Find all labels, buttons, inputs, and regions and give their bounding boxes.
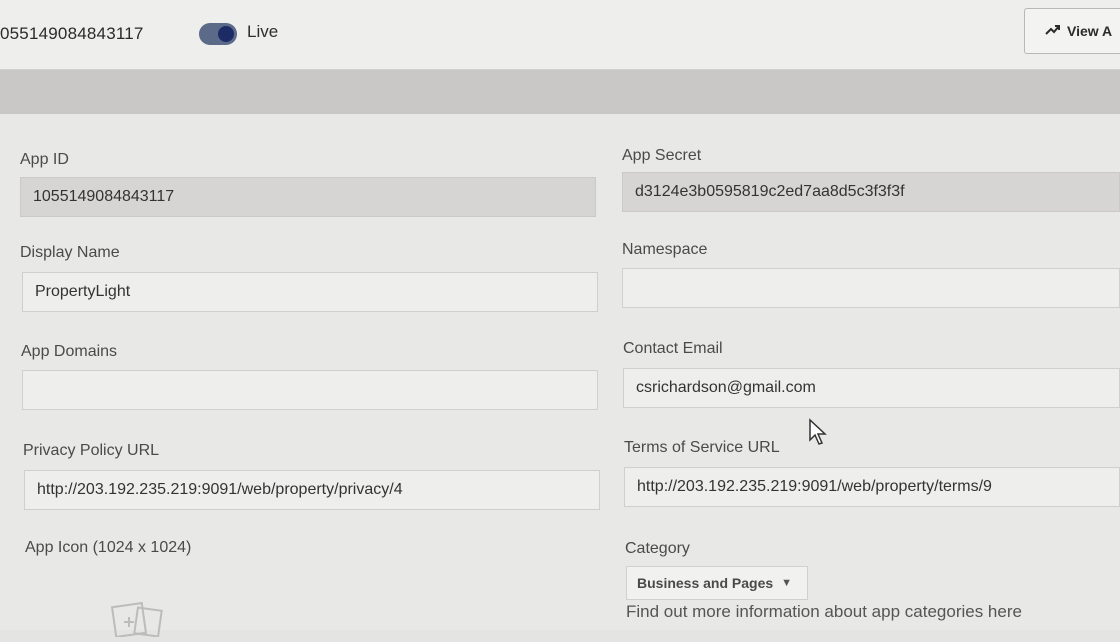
live-label: Live xyxy=(247,22,279,41)
mouse-pointer-icon xyxy=(808,418,828,446)
section-header-band xyxy=(0,70,1120,114)
display-name-field[interactable]: PropertyLight xyxy=(22,272,598,312)
category-label: Category xyxy=(625,540,690,557)
privacy-policy-label: Privacy Policy URL xyxy=(23,442,160,459)
terms-of-service-field[interactable]: http://203.192.235.219:9091/web/property… xyxy=(624,467,1120,507)
terms-of-service-label: Terms of Service URL xyxy=(624,439,780,456)
category-selected: Business and Pages xyxy=(637,575,774,591)
contact-email-label: Contact Email xyxy=(623,340,723,357)
category-help-link[interactable]: Find out more information about app cate… xyxy=(626,602,1022,622)
toggle-knob xyxy=(218,26,234,42)
caret-down-icon: ▼ xyxy=(781,577,793,589)
display-name-label: Display Name xyxy=(20,244,120,261)
app-domains-label: App Domains xyxy=(21,343,118,360)
contact-email-field[interactable]: csrichardson@gmail.com xyxy=(623,368,1120,408)
app-secret-field[interactable]: d3124e3b0595819c2ed7aa8d5c3f3f3f xyxy=(622,172,1120,212)
header-app-id: 055149084843117 xyxy=(0,24,144,43)
category-dropdown[interactable]: Business and Pages ▼ xyxy=(626,566,808,600)
trending-up-icon xyxy=(1045,23,1061,39)
top-bar: 055149084843117 Live View A xyxy=(0,0,1120,70)
app-icon-upload[interactable] xyxy=(106,597,168,639)
app-id-field[interactable]: 1055149084843117 xyxy=(20,177,596,217)
view-button-label: View A xyxy=(1067,23,1113,39)
app-id-label: App ID xyxy=(20,151,69,168)
image-placeholder-icon xyxy=(110,601,163,639)
live-toggle[interactable] xyxy=(199,23,237,45)
app-secret-label: App Secret xyxy=(622,147,702,164)
view-analytics-button[interactable]: View A xyxy=(1024,8,1120,54)
privacy-policy-field[interactable]: http://203.192.235.219:9091/web/property… xyxy=(24,470,600,510)
app-icon-label: App Icon (1024 x 1024) xyxy=(25,539,192,556)
namespace-label: Namespace xyxy=(622,241,708,258)
app-domains-field[interactable] xyxy=(22,370,598,410)
namespace-field[interactable] xyxy=(622,268,1120,308)
